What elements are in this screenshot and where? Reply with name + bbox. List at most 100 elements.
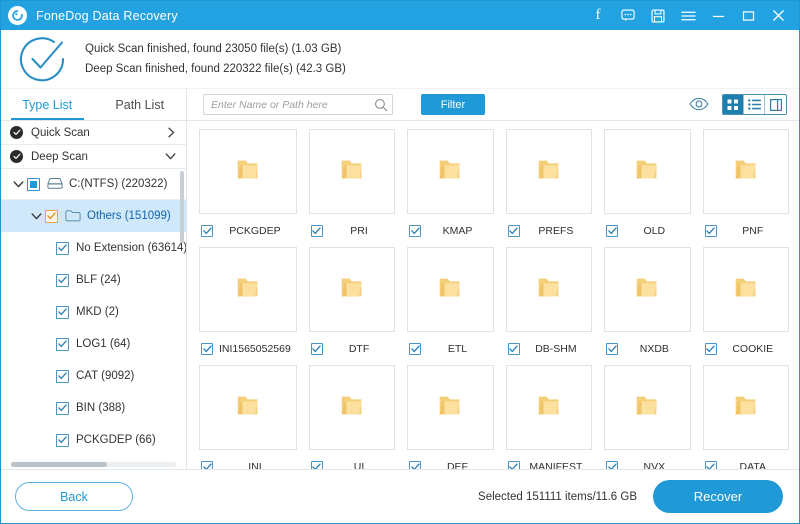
tree-row[interactable]: Others (151099) xyxy=(1,200,186,232)
sidebar-vertical-scrollbar[interactable] xyxy=(180,171,184,243)
file-checkbox[interactable] xyxy=(606,225,618,237)
file-cell[interactable]: OLD xyxy=(604,129,690,247)
file-cell[interactable]: DTF xyxy=(309,247,395,365)
file-cell[interactable]: COOKIE xyxy=(703,247,789,365)
file-checkbox[interactable] xyxy=(201,461,213,470)
file-checkbox[interactable] xyxy=(409,461,421,470)
twisty-down-icon[interactable] xyxy=(27,212,45,221)
file-checkbox[interactable] xyxy=(705,343,717,355)
tree-checkbox-checked[interactable] xyxy=(56,370,69,383)
file-thumbnail[interactable] xyxy=(506,247,592,332)
file-thumbnail[interactable] xyxy=(407,129,493,214)
file-cell[interactable]: MANIFEST xyxy=(506,365,592,469)
minimize-icon[interactable] xyxy=(703,1,733,30)
facebook-icon[interactable]: f xyxy=(583,1,613,30)
filter-button[interactable]: Filter xyxy=(421,94,485,115)
tree-row[interactable]: C:(NTFS) (220322) xyxy=(1,169,186,200)
save-icon[interactable] xyxy=(643,1,673,30)
file-checkbox[interactable] xyxy=(409,343,421,355)
file-checkbox[interactable] xyxy=(201,343,213,355)
file-thumbnail[interactable] xyxy=(407,365,493,450)
file-cell[interactable]: KMAP xyxy=(407,129,493,247)
file-thumbnail[interactable] xyxy=(703,365,789,450)
file-thumbnail[interactable] xyxy=(309,247,395,332)
tree-checkbox-checked[interactable] xyxy=(56,274,69,287)
file-cell[interactable]: INI xyxy=(199,365,297,469)
file-cell[interactable]: NVX xyxy=(604,365,690,469)
file-thumbnail[interactable] xyxy=(407,247,493,332)
recover-button[interactable]: Recover xyxy=(653,480,783,513)
file-cell[interactable]: ETL xyxy=(407,247,493,365)
file-cell[interactable]: PNF xyxy=(703,129,789,247)
back-button[interactable]: Back xyxy=(15,482,133,511)
file-cell[interactable]: PCKGDEP xyxy=(199,129,297,247)
file-checkbox[interactable] xyxy=(508,343,520,355)
menu-icon[interactable] xyxy=(673,1,703,30)
file-thumbnail[interactable] xyxy=(506,365,592,450)
chevron-down-icon[interactable] xyxy=(165,152,176,161)
file-thumbnail[interactable] xyxy=(703,129,789,214)
tree-checkbox-partial[interactable] xyxy=(27,178,40,191)
file-checkbox[interactable] xyxy=(508,225,520,237)
tab-path-list[interactable]: Path List xyxy=(94,89,187,120)
file-thumbnail[interactable] xyxy=(604,247,690,332)
file-thumbnail[interactable] xyxy=(703,247,789,332)
file-thumbnail[interactable] xyxy=(199,129,297,214)
file-thumbnail[interactable] xyxy=(309,365,395,450)
search-input[interactable] xyxy=(204,95,392,114)
tree-row[interactable]: No Extension (63614) xyxy=(1,232,186,264)
feedback-chat-icon[interactable] xyxy=(613,1,643,30)
file-thumbnail[interactable] xyxy=(604,129,690,214)
tab-type-list[interactable]: Type List xyxy=(1,89,94,120)
file-cell[interactable]: INI1565052569 xyxy=(199,247,297,365)
file-checkbox[interactable] xyxy=(705,461,717,470)
file-thumbnail[interactable] xyxy=(199,365,297,450)
file-checkbox[interactable] xyxy=(606,343,618,355)
file-checkbox[interactable] xyxy=(311,225,323,237)
list-view-button[interactable] xyxy=(744,95,765,114)
eye-icon[interactable] xyxy=(689,97,709,113)
file-thumbnail[interactable] xyxy=(604,365,690,450)
maximize-icon[interactable] xyxy=(733,1,763,30)
tree-row[interactable]: CAT (9092) xyxy=(1,360,186,392)
scrollbar-thumb[interactable] xyxy=(11,462,107,467)
tree-checkbox-checked[interactable] xyxy=(56,402,69,415)
tree-row[interactable]: BIN (388) xyxy=(1,392,186,424)
close-icon[interactable] xyxy=(763,1,793,30)
file-checkbox[interactable] xyxy=(606,461,618,470)
file-cell[interactable]: NXDB xyxy=(604,247,690,365)
scan-mode-row-deep-scan[interactable]: Deep Scan xyxy=(1,145,186,169)
file-cell[interactable]: DEF xyxy=(407,365,493,469)
file-thumbnail[interactable] xyxy=(309,129,395,214)
tree-row[interactable]: BLF (24) xyxy=(1,264,186,296)
tree-checkbox-checked[interactable] xyxy=(56,338,69,351)
tree-row[interactable]: LOG1 (64) xyxy=(1,328,186,360)
tree-checkbox-checked[interactable] xyxy=(45,210,58,223)
file-checkbox[interactable] xyxy=(311,343,323,355)
file-checkbox[interactable] xyxy=(311,461,323,470)
file-checkbox[interactable] xyxy=(201,225,213,237)
tree-checkbox-checked[interactable] xyxy=(56,434,69,447)
grid-view-button[interactable] xyxy=(723,95,744,114)
file-cell[interactable]: DB-SHM xyxy=(506,247,592,365)
file-cell[interactable]: DATA xyxy=(703,365,789,469)
file-thumbnail[interactable] xyxy=(199,247,297,332)
file-checkbox[interactable] xyxy=(409,225,421,237)
sidebar-horizontal-scrollbar[interactable] xyxy=(11,462,176,467)
file-checkbox[interactable] xyxy=(705,225,717,237)
tree-checkbox-checked[interactable] xyxy=(56,306,69,319)
tree-checkbox-checked[interactable] xyxy=(56,242,69,255)
tree-row[interactable]: MKD (2) xyxy=(1,296,186,328)
tree-row[interactable]: PCKGDEP (66) xyxy=(1,424,186,456)
file-cell[interactable]: PREFS xyxy=(506,129,592,247)
file-thumbnail[interactable] xyxy=(506,129,592,214)
file-cell[interactable]: PRI xyxy=(309,129,395,247)
app-window: FoneDog Data Recovery f xyxy=(0,0,800,524)
file-cell[interactable]: UI xyxy=(309,365,395,469)
file-checkbox[interactable] xyxy=(508,461,520,470)
detail-view-button[interactable] xyxy=(765,95,786,114)
search-icon[interactable] xyxy=(374,98,388,112)
chevron-right-icon[interactable] xyxy=(167,127,176,138)
twisty-down-icon[interactable] xyxy=(9,180,27,189)
scan-mode-row-quick-scan[interactable]: Quick Scan xyxy=(1,121,186,145)
